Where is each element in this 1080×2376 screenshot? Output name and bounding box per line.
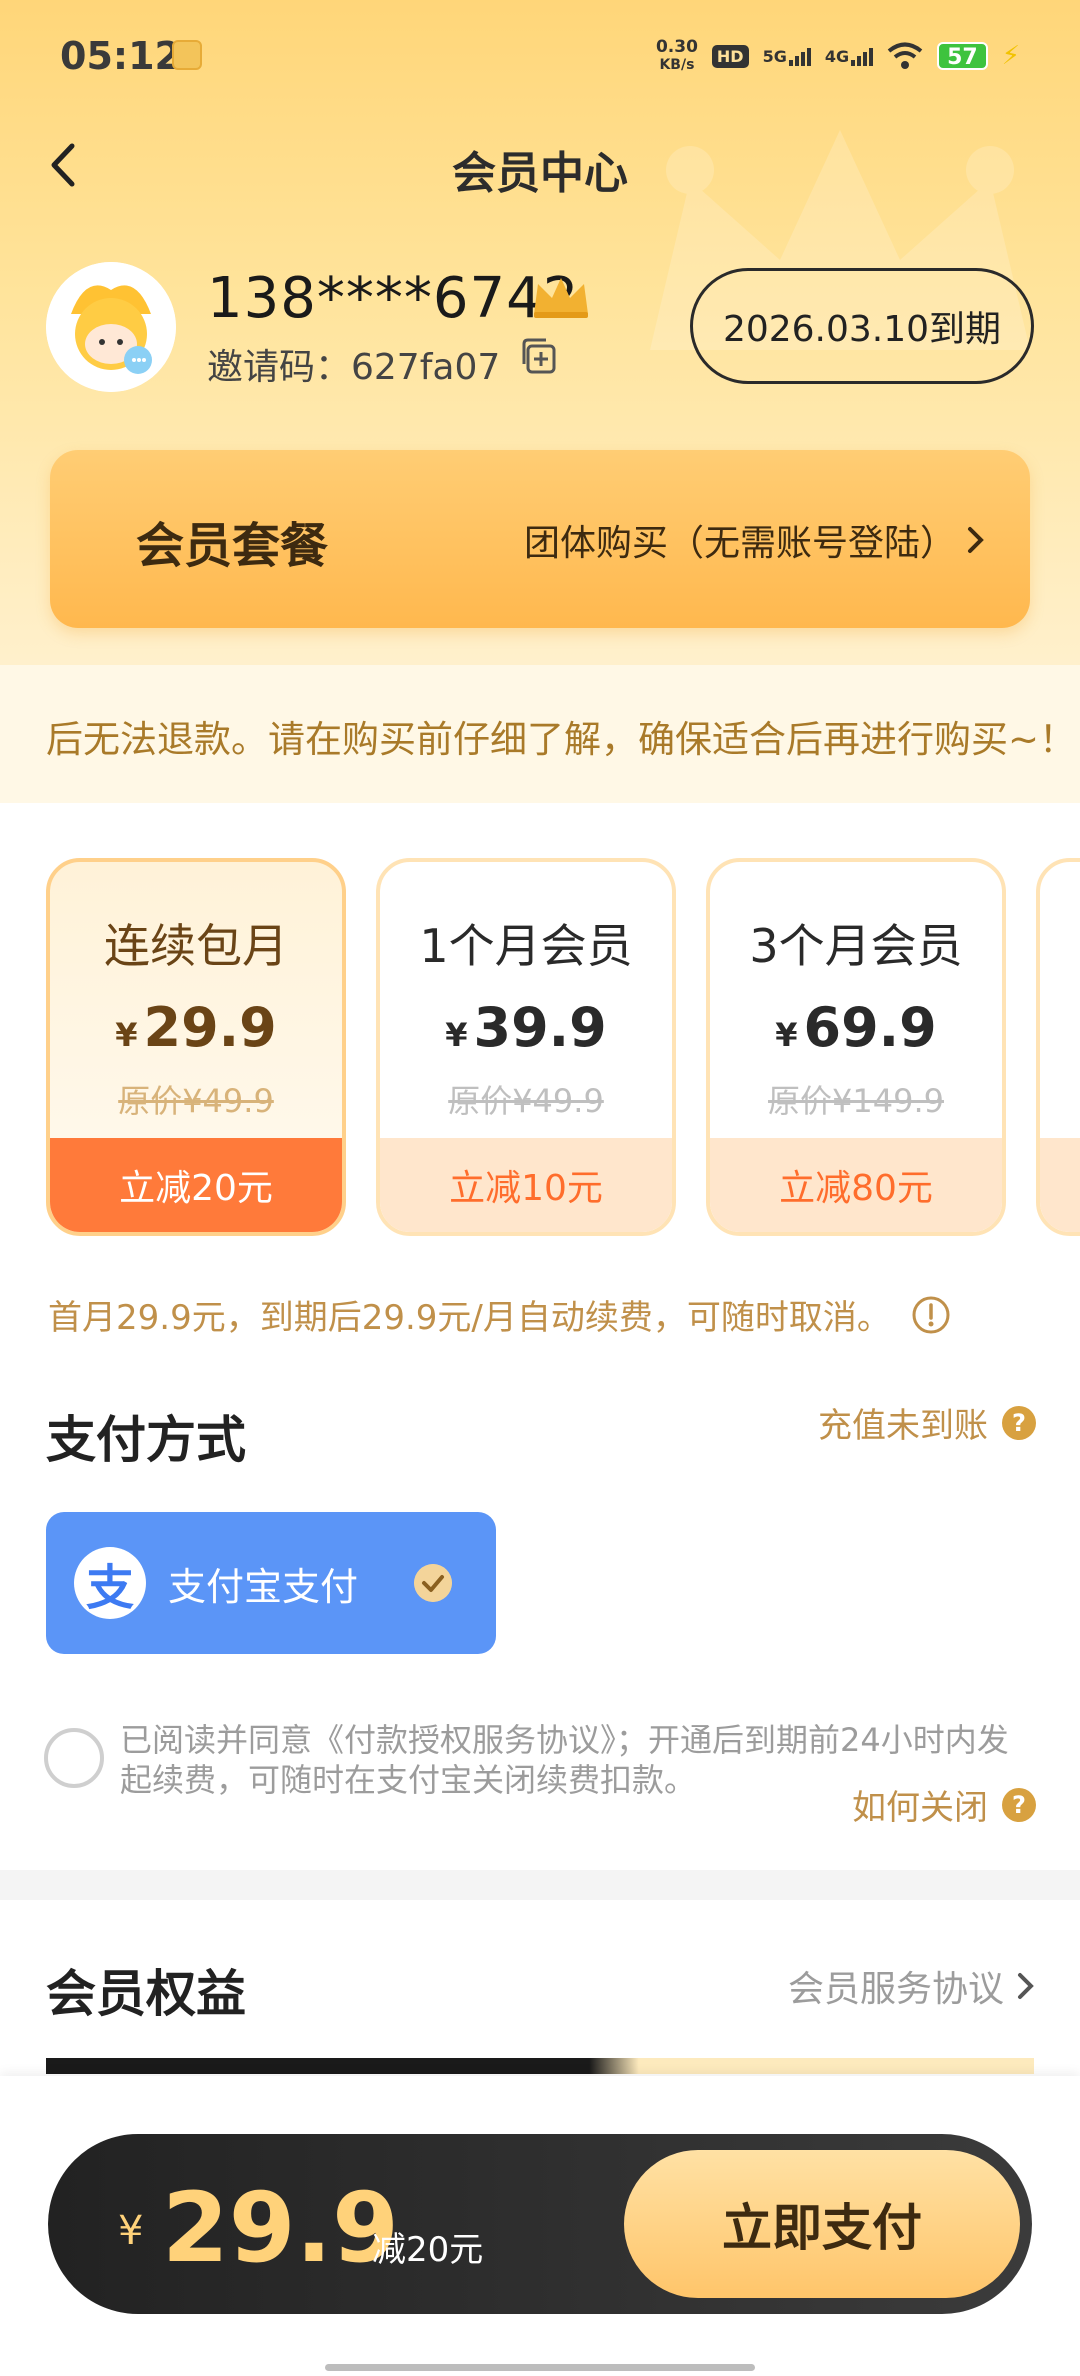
- plan-discount-partial: [1040, 1138, 1080, 1232]
- user-phone: 138****6742: [207, 266, 580, 331]
- total-amount: 29.9: [162, 2172, 399, 2284]
- check-icon: [414, 1564, 452, 1602]
- plan-card-monthly-auto[interactable]: 连续包月 ¥29.9 原价¥49.9 立减20元: [46, 858, 346, 1236]
- refund-notice: 后无法退款。请在购买前仔细了解，确保适合后再进行购买~！: [0, 665, 1080, 803]
- total-savings: 减20元: [372, 2230, 484, 2270]
- invite-code: 邀请码：627fa07: [207, 347, 501, 388]
- plan-original-price: 原价¥149.9: [768, 1082, 944, 1120]
- alipay-option[interactable]: 支 支付宝支付: [46, 1512, 496, 1654]
- recharge-issue-link[interactable]: 充值未到账 ?: [818, 1398, 1036, 1447]
- plan-discount: 立减80元: [710, 1138, 1002, 1232]
- payment-method-title: 支付方式: [46, 1411, 246, 1469]
- recharge-issue-label: 充值未到账: [818, 1406, 988, 1446]
- net-speed: 0.30 KB/s: [655, 37, 698, 73]
- status-bar: 05:12 0.30 KB/s HD 5G 4G 57 ⚡: [0, 0, 1080, 110]
- how-to-close-link[interactable]: 如何关闭 ?: [852, 1780, 1036, 1829]
- package-title: 会员套餐: [136, 518, 329, 574]
- plan-original-price: 原价¥49.9: [448, 1082, 604, 1120]
- renew-note: 首月29.9元，到期后29.9元/月自动续费，可随时取消。: [48, 1290, 951, 1339]
- alipay-label: 支付宝支付: [168, 1564, 359, 1609]
- home-indicator[interactable]: [325, 2364, 755, 2371]
- expire-date-button[interactable]: 2026.03.10到期: [690, 268, 1034, 384]
- alipay-logo-icon: 支: [74, 1547, 146, 1619]
- vip-crown-icon: [534, 278, 588, 318]
- section-divider: [0, 1870, 1080, 1900]
- info-icon[interactable]: [911, 1295, 951, 1335]
- plan-discount: 立减20元: [50, 1138, 342, 1232]
- avatar-mascot-icon: [46, 262, 176, 392]
- total-currency: ¥: [118, 2208, 144, 2254]
- plan-name: 3个月会员: [749, 919, 963, 973]
- wifi-icon: [887, 42, 923, 69]
- signal-4g-icon: 4G: [825, 46, 874, 66]
- chevron-right-icon: [968, 527, 984, 553]
- plan-card-partial[interactable]: [1036, 858, 1080, 1236]
- notification-app-icon: [172, 40, 202, 70]
- plan-original-price: 原价¥49.9: [118, 1082, 274, 1120]
- group-buy-label: 团体购买（无需账号登陆）: [523, 523, 956, 564]
- benefits-banner: [46, 2058, 1034, 2074]
- page-title: 会员中心: [452, 148, 628, 199]
- plan-list: 连续包月 ¥29.9 原价¥49.9 立减20元 1个月会员 ¥39.9 原价¥…: [46, 858, 1080, 1238]
- plan-card-1-month[interactable]: 1个月会员 ¥39.9 原价¥49.9 立减10元: [376, 858, 676, 1236]
- service-agreement-label: 会员服务协议: [787, 1969, 1004, 2010]
- help-icon: ?: [1002, 1405, 1036, 1440]
- plan-card-3-month[interactable]: 3个月会员 ¥69.9 原价¥149.9 立减80元: [706, 858, 1006, 1236]
- pay-now-button[interactable]: 立即支付: [624, 2150, 1020, 2298]
- status-time: 05:12: [60, 34, 181, 78]
- signal-5g-icon: 5G: [763, 46, 811, 66]
- hd-icon: HD: [711, 44, 749, 68]
- notice-text: 后无法退款。请在购买前仔细了解，确保适合后再进行购买~！: [46, 718, 1077, 761]
- plan-price: ¥39.9: [445, 996, 607, 1059]
- package-banner: 会员套餐 团体购买（无需账号登陆）: [50, 450, 1030, 628]
- chevron-right-icon: [1018, 1973, 1034, 1999]
- group-buy-link[interactable]: 团体购买（无需账号登陆）: [524, 514, 986, 566]
- help-icon: ?: [1002, 1787, 1036, 1822]
- status-icons: 0.30 KB/s HD 5G 4G 57 ⚡: [656, 36, 1020, 76]
- service-agreement-link[interactable]: 会员服务协议: [788, 1960, 1036, 2012]
- plan-name: 连续包月: [104, 919, 288, 973]
- charging-icon: ⚡: [1001, 41, 1020, 71]
- renew-note-text: 首月29.9元，到期后29.9元/月自动续费，可随时取消。: [48, 1298, 891, 1338]
- battery-icon: 57: [937, 42, 988, 70]
- plan-name: 1个月会员: [419, 919, 633, 973]
- benefits-title: 会员权益: [46, 1965, 246, 2023]
- plan-price: ¥69.9: [775, 996, 937, 1059]
- avatar[interactable]: [46, 262, 176, 392]
- plan-discount: 立减10元: [380, 1138, 672, 1232]
- copy-icon[interactable]: [518, 336, 558, 376]
- plan-price: ¥29.9: [115, 996, 277, 1059]
- how-to-close-label: 如何关闭: [852, 1788, 988, 1828]
- agreement-checkbox[interactable]: [44, 1728, 104, 1788]
